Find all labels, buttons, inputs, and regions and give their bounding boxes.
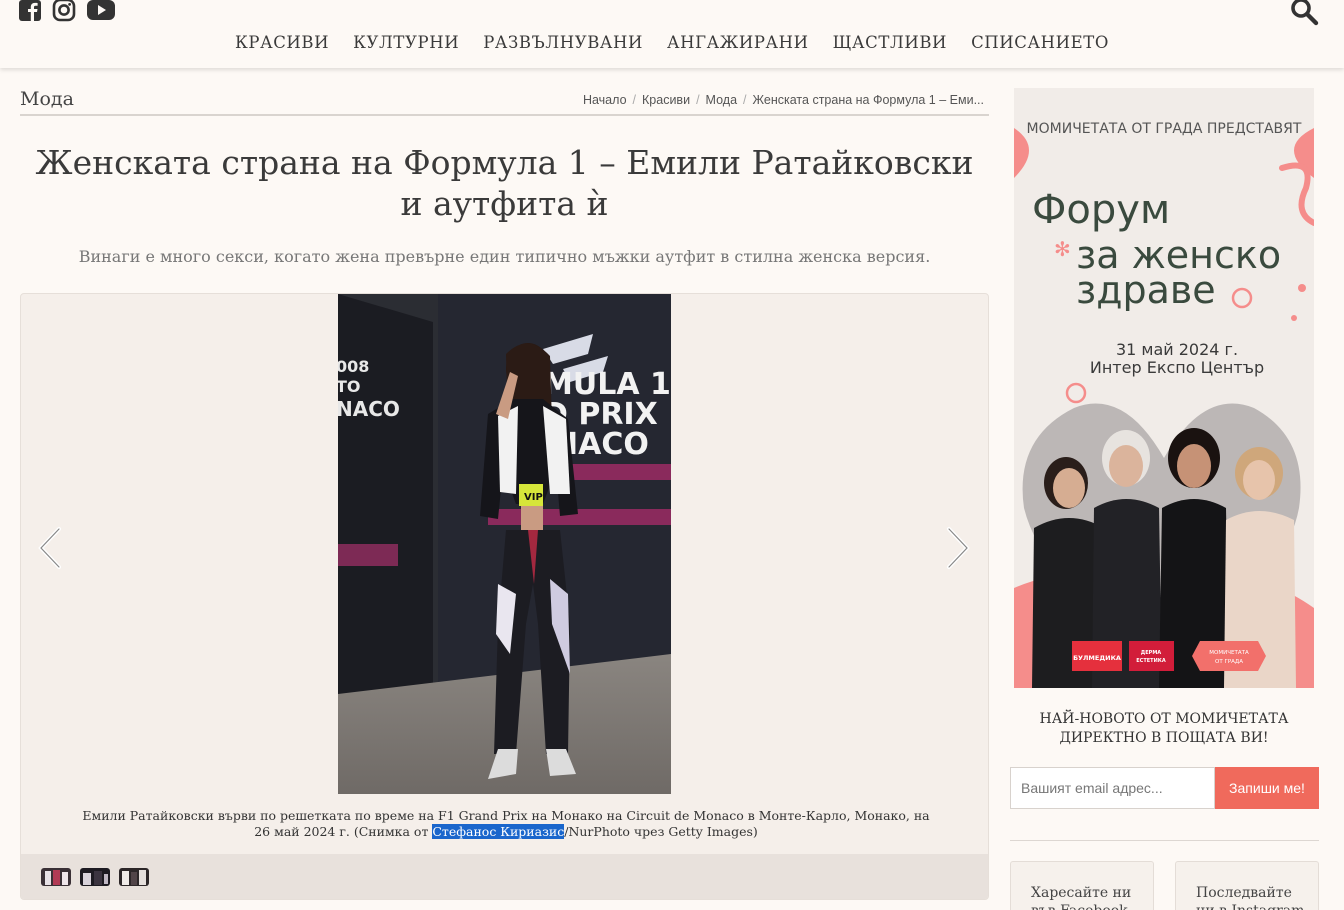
breadcrumb-home[interactable]: Начало bbox=[583, 93, 627, 107]
nav-item-angazhirani[interactable]: АНГАЖИРАНИ bbox=[667, 33, 809, 52]
nav-item-krasivi[interactable]: КРАСИВИ bbox=[235, 33, 329, 52]
nav-item-spisanieto[interactable]: СПИСАНИЕТО bbox=[971, 33, 1109, 52]
svg-text:31 май 2024 г.: 31 май 2024 г. bbox=[1116, 340, 1238, 359]
photo-gallery: 008 TO NACO MULA 1 D PRIX NACO VIP Емили… bbox=[20, 293, 989, 900]
gallery-thumbnails bbox=[21, 854, 988, 899]
breadcrumb-separator: / bbox=[632, 93, 637, 107]
nav-item-razvalnuvani[interactable]: РАЗВЪЛНУВАНИ bbox=[483, 33, 643, 52]
article-title: Женската страна на Формула 1 – Емили Рат… bbox=[35, 143, 974, 223]
svg-text:МОМИЧЕТАТА: МОМИЧЕТАТА bbox=[1209, 650, 1249, 656]
svg-text:ОТ ГРАДА: ОТ ГРАДА bbox=[1215, 659, 1243, 665]
search-icon[interactable] bbox=[1290, 0, 1320, 26]
svg-text:008: 008 bbox=[338, 357, 369, 376]
breadcrumb-separator: / bbox=[696, 93, 700, 107]
follow-facebook-label: Харесайте ни във Facebook bbox=[1031, 885, 1132, 910]
svg-text:Интер Експо Център: Интер Експо Център bbox=[1090, 358, 1264, 377]
main-nav: КРАСИВИ КУЛТУРНИ РАЗВЪЛНУВАНИ АНГАЖИРАНИ… bbox=[0, 33, 1344, 52]
social-links bbox=[18, 0, 116, 22]
youtube-icon[interactable] bbox=[86, 0, 116, 22]
sidebar-ad-banner[interactable]: МОМИЧЕТАТА ОТ ГРАДА ПРЕДСТАВЯТ Форум за … bbox=[1014, 88, 1314, 688]
photo-caption: Емили Ратайковски върви по решетката по … bbox=[81, 808, 931, 840]
gallery-thumbnail[interactable] bbox=[80, 868, 110, 886]
newsletter-email-input[interactable] bbox=[1010, 767, 1215, 809]
section-divider bbox=[20, 114, 989, 116]
svg-text:БУЛМЕДИКА: БУЛМЕДИКА bbox=[1073, 654, 1121, 662]
site-header: КРАСИВИ КУЛТУРНИ РАЗВЪЛНУВАНИ АНГАЖИРАНИ… bbox=[0, 0, 1344, 68]
svg-text:Форум: Форум bbox=[1032, 187, 1170, 233]
article-lead: Винаги е много секси, когато жена превър… bbox=[78, 247, 931, 266]
newsletter-title: НАЙ-НОВОТО ОТ МОМИЧЕТАТА ДИРЕКТНО В ПОЩА… bbox=[1039, 711, 1289, 746]
breadcrumb-separator: / bbox=[743, 93, 747, 107]
newsletter-subscribe-button[interactable]: Запиши ме! bbox=[1215, 767, 1319, 809]
gallery-main-photo[interactable]: 008 TO NACO MULA 1 D PRIX NACO VIP bbox=[338, 294, 671, 794]
gallery-thumbnail[interactable] bbox=[41, 868, 71, 886]
svg-text:ДЕРМА: ДЕРМА bbox=[1141, 650, 1162, 656]
svg-text:МОМИЧЕТАТА ОТ ГРАДА ПРЕДСТАВЯТ: МОМИЧЕТАТА ОТ ГРАДА ПРЕДСТАВЯТ bbox=[1027, 121, 1302, 137]
svg-text:ЕСТЕТИКА: ЕСТЕТИКА bbox=[1136, 658, 1166, 664]
breadcrumb-current: Женската страна на Формула 1 – Еми... bbox=[752, 93, 984, 107]
gallery-prev-arrow-icon[interactable] bbox=[35, 526, 67, 570]
gallery-thumbnail[interactable] bbox=[119, 868, 149, 886]
nav-item-kulturni[interactable]: КУЛТУРНИ bbox=[353, 33, 459, 52]
nav-item-shtastlivi[interactable]: ЩАСТЛИВИ bbox=[833, 33, 947, 52]
facebook-icon[interactable] bbox=[18, 0, 42, 22]
breadcrumb-krasivi[interactable]: Красиви bbox=[642, 93, 690, 107]
follow-instagram-label: Последвайте ни в Instagram bbox=[1196, 885, 1304, 910]
breadcrumb: Начало / Красиви / Мода / Женската стран… bbox=[583, 93, 984, 107]
gallery-next-arrow-icon[interactable] bbox=[941, 526, 973, 570]
caption-photographer: Стефанос Кириазис bbox=[432, 824, 565, 839]
caption-credit: /NurPhoto чрез Getty Images) bbox=[564, 824, 758, 839]
section-title: Мода bbox=[20, 88, 74, 110]
follow-facebook-card[interactable]: Харесайте ни във Facebook bbox=[1010, 861, 1154, 910]
sidebar-divider bbox=[1010, 840, 1319, 841]
svg-text:VIP: VIP bbox=[524, 492, 543, 503]
svg-text:TO: TO bbox=[338, 377, 361, 396]
instagram-icon[interactable] bbox=[52, 0, 76, 22]
breadcrumb-moda[interactable]: Мода bbox=[706, 93, 737, 107]
follow-instagram-card[interactable]: Последвайте ни в Instagram bbox=[1175, 861, 1319, 910]
svg-text:здраве: здраве bbox=[1076, 268, 1216, 312]
svg-text:✻: ✻ bbox=[1054, 237, 1071, 261]
svg-text:NACO: NACO bbox=[338, 397, 400, 421]
